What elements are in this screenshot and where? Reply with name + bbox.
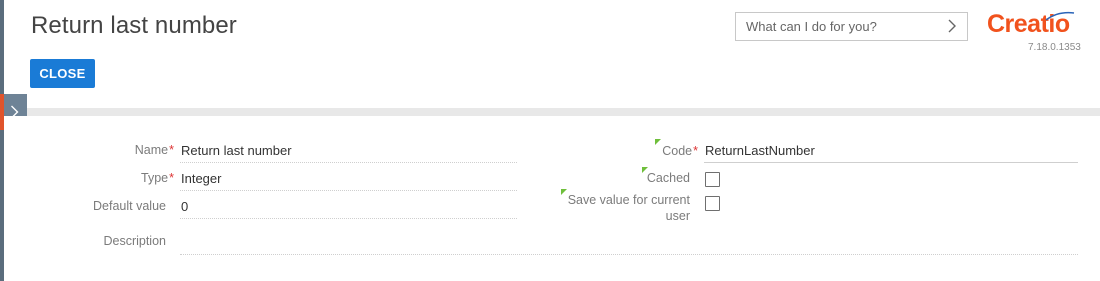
code-field[interactable]: ReturnLastNumber <box>705 143 815 158</box>
default-value-label: Default value <box>93 199 166 213</box>
name-field[interactable]: Return last number <box>181 143 292 158</box>
cached-checkbox[interactable] <box>705 172 720 187</box>
parameter-form: Name* Return last number Type* Integer D… <box>4 116 1100 281</box>
page-title: Return last number <box>31 12 237 39</box>
command-search-input[interactable] <box>736 13 936 40</box>
save-value-checkbox[interactable] <box>705 196 720 211</box>
default-value-underline <box>180 218 517 219</box>
type-label: Type* <box>141 171 174 185</box>
description-underline <box>180 254 1078 255</box>
description-field[interactable] <box>181 234 1071 252</box>
type-field-underline <box>180 190 517 191</box>
default-value-field[interactable]: 0 <box>181 199 188 214</box>
close-button[interactable]: CLOSE <box>30 59 95 88</box>
command-search-box[interactable] <box>735 12 968 41</box>
name-field-underline <box>180 162 517 163</box>
cached-label: Cached <box>646 171 690 185</box>
code-label: Code* <box>662 144 698 158</box>
page: Return last number CLOSE Creatio 7.18.0.… <box>0 0 1100 281</box>
logo-swoosh-icon <box>1045 11 1075 21</box>
description-label: Description <box>103 234 166 248</box>
version-label: 7.18.0.1353 <box>1028 42 1081 53</box>
chevron-right-icon[interactable] <box>945 18 959 34</box>
name-label: Name* <box>134 143 174 157</box>
header-divider <box>4 108 1100 116</box>
type-field[interactable]: Integer <box>181 171 221 186</box>
page-header: Return last number CLOSE Creatio 7.18.0.… <box>4 0 1100 108</box>
save-value-label: Save value for current user <box>567 193 690 223</box>
code-field-underline <box>704 162 1078 163</box>
